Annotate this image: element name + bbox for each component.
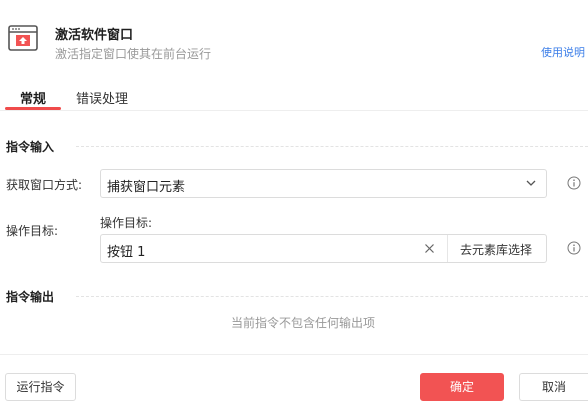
run-command-button[interactable]: 运行指令 bbox=[5, 373, 76, 401]
active-tab-indicator bbox=[5, 107, 61, 110]
info-icon[interactable] bbox=[567, 176, 581, 190]
footer-divider bbox=[0, 354, 588, 355]
tab-general[interactable]: 常规 bbox=[20, 88, 46, 107]
section-divider bbox=[76, 146, 588, 147]
help-link[interactable]: 使用说明 bbox=[541, 44, 585, 60]
pick-from-library-button[interactable]: 去元素库选择 bbox=[460, 241, 532, 258]
window-method-label: 获取窗口方式: bbox=[6, 178, 83, 192]
target-sublabel: 操作目标: bbox=[100, 216, 153, 230]
tab-error-handling[interactable]: 错误处理 bbox=[76, 88, 128, 107]
confirm-button[interactable]: 确定 bbox=[420, 373, 504, 401]
dialog-title: 激活软件窗口 bbox=[55, 28, 134, 43]
dialog-subtitle: 激活指定窗口使其在前台运行 bbox=[55, 47, 212, 61]
target-value: 按钮 1 bbox=[107, 245, 146, 260]
field-divider bbox=[447, 235, 448, 262]
window-method-select[interactable]: 捕获窗口元素 bbox=[100, 169, 547, 198]
input-section-title: 指令输入 bbox=[6, 140, 55, 154]
dialog-header: 激活软件窗口 激活指定窗口使其在前台运行 使用说明 bbox=[0, 0, 588, 76]
cancel-button[interactable]: 取消 bbox=[519, 373, 588, 401]
output-section-title: 指令输出 bbox=[6, 290, 55, 304]
window-method-value: 捕获窗口元素 bbox=[107, 180, 186, 195]
chevron-down-icon bbox=[526, 180, 536, 186]
tab-bar: 常规 错误处理 bbox=[0, 80, 588, 111]
section-divider bbox=[76, 296, 588, 297]
target-label: 操作目标: bbox=[6, 224, 59, 238]
empty-output-text: 当前指令不包含任何输出项 bbox=[230, 316, 375, 330]
window-activate-icon bbox=[8, 25, 38, 51]
target-field[interactable]: 按钮 1 去元素库选择 bbox=[100, 234, 547, 263]
info-icon[interactable] bbox=[567, 241, 581, 255]
clear-icon[interactable] bbox=[424, 243, 435, 254]
